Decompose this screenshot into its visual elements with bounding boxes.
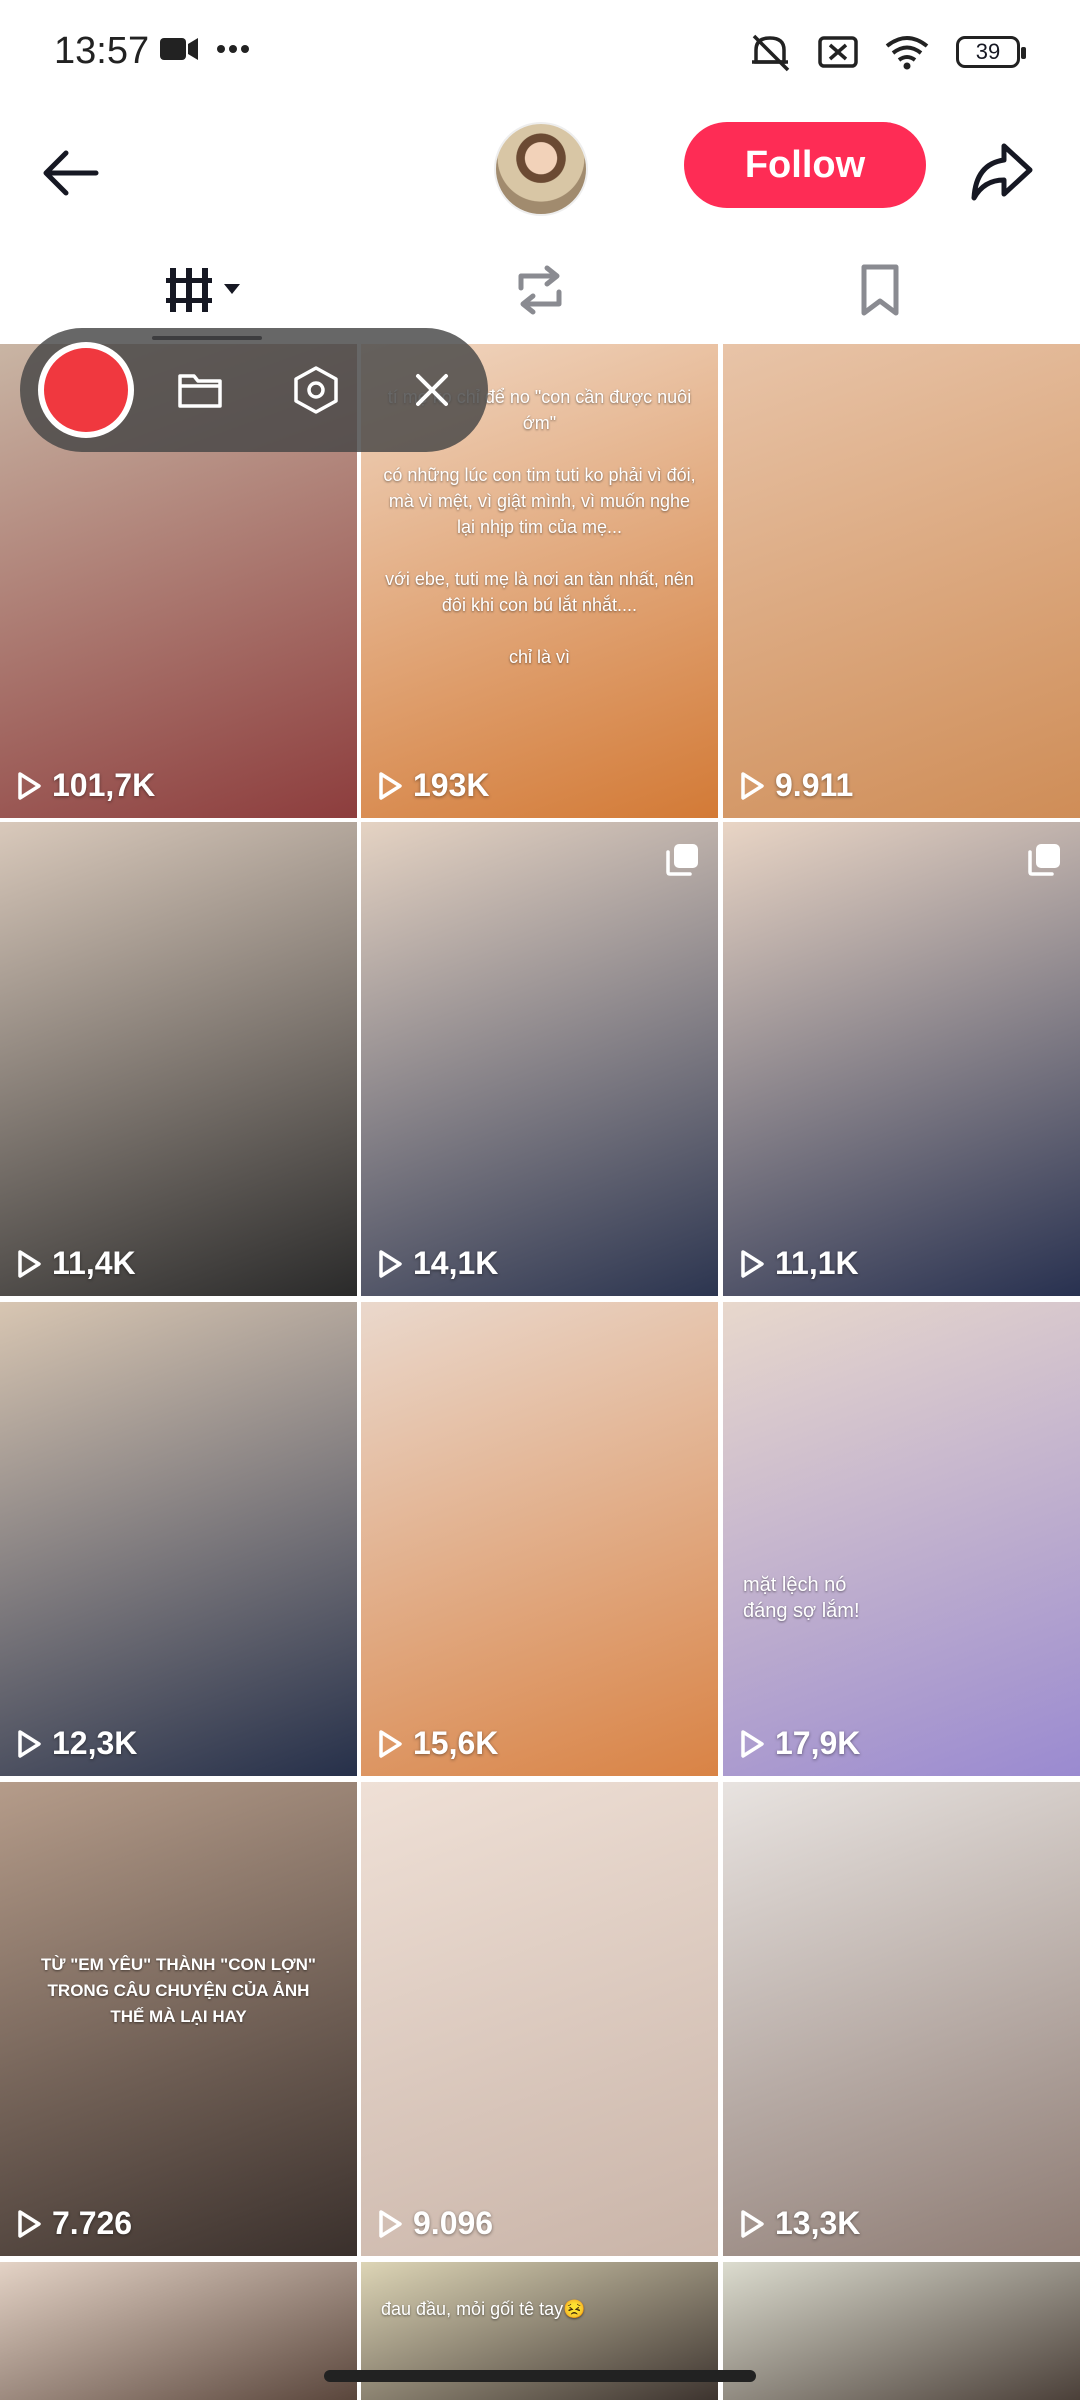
video-thumbnail[interactable]: 14,1K <box>361 822 718 1296</box>
play-icon <box>379 2209 402 2238</box>
video-thumbnail[interactable]: 15,6K <box>361 1302 718 1776</box>
screen-recorder-bar <box>20 328 488 452</box>
settings-button[interactable] <box>286 360 346 420</box>
share-icon[interactable] <box>966 136 1038 208</box>
view-count-label: 9.911 <box>775 767 854 803</box>
play-icon <box>18 2209 41 2238</box>
view-count: 9.096 <box>377 2205 493 2242</box>
view-count: 11,4K <box>16 1245 136 1282</box>
play-icon <box>379 1729 402 1758</box>
bookmark-icon <box>861 264 899 316</box>
view-count-label: 14,1K <box>413 1245 499 1281</box>
video-thumbnail[interactable]: 9.096 <box>361 1782 718 2256</box>
view-count: 12,3K <box>16 1725 137 1762</box>
video-caption-overlay: đau đầu, mỏi gối tê tay😣 <box>381 2299 586 2319</box>
home-indicator[interactable] <box>324 2370 756 2382</box>
profile-header: Follow <box>0 110 1080 230</box>
view-count: 14,1K <box>377 1245 498 1282</box>
view-count: 11,1K <box>739 1245 859 1282</box>
view-count-label: 13,3K <box>775 2205 861 2241</box>
video-caption-overlay: mặt lệch nó đáng sợ lắm! <box>743 1574 860 1622</box>
view-count: 17,9K <box>739 1725 860 1762</box>
tab-videos[interactable] <box>28 240 388 340</box>
tab-saved[interactable] <box>700 240 1060 340</box>
video-caption-overlay: TỪ "EM YÊU" THÀNH "CON LỢN" TRONG CÂU CH… <box>41 1955 316 2026</box>
play-icon <box>741 771 764 800</box>
avatar[interactable] <box>494 122 588 216</box>
status-time: 13:57 <box>54 30 150 72</box>
tab-reposts[interactable] <box>360 240 720 340</box>
view-count-label: 17,9K <box>775 1725 861 1761</box>
play-icon <box>741 1729 764 1758</box>
play-icon <box>379 771 402 800</box>
view-count-label: 7.726 <box>52 2205 133 2241</box>
view-count-label: 193K <box>413 767 490 803</box>
multi-photo-icon <box>666 844 698 876</box>
view-count: 101,7K <box>16 767 155 804</box>
status-right-icons: 39 <box>748 32 1026 72</box>
close-icon <box>416 374 448 406</box>
view-count: 13,3K <box>739 2205 860 2242</box>
view-count: 7.726 <box>16 2205 132 2242</box>
video-camera-icon <box>160 38 198 60</box>
wifi-icon <box>885 36 929 70</box>
view-count-label: 15,6K <box>413 1725 499 1761</box>
play-icon <box>741 2209 764 2238</box>
view-count: 15,6K <box>377 1725 498 1762</box>
videos-grid-icon <box>166 268 240 312</box>
multi-photo-icon <box>1028 844 1060 876</box>
video-thumbnail[interactable]: 13,3K <box>723 1782 1080 2256</box>
video-thumbnail[interactable]: TỪ "EM YÊU" THÀNH "CON LỢN" TRONG CÂU CH… <box>0 1782 357 2256</box>
battery-icon: 39 <box>956 36 1026 68</box>
more-dots-icon <box>217 45 249 53</box>
play-icon <box>741 1249 764 1278</box>
video-thumbnail[interactable] <box>723 2262 1080 2400</box>
view-count-label: 11,4K <box>52 1245 136 1281</box>
video-thumbnail[interactable]: 9.911 <box>723 344 1080 818</box>
play-icon <box>18 1729 41 1758</box>
follow-button[interactable]: Follow <box>684 122 926 208</box>
repost-icon <box>518 265 562 315</box>
play-icon <box>18 771 41 800</box>
play-icon <box>379 1249 402 1278</box>
view-count-label: 12,3K <box>52 1725 138 1761</box>
settings-hexagon-icon <box>294 366 338 414</box>
video-thumbnail[interactable] <box>0 2262 357 2400</box>
video-thumbnail[interactable]: 11,4K <box>0 822 357 1296</box>
no-sim-icon <box>818 36 858 68</box>
view-count: 9.911 <box>739 767 853 804</box>
view-count: 193K <box>377 767 490 804</box>
battery-level: 39 <box>975 39 1001 64</box>
status-bar: 13:57 39 <box>0 0 1080 110</box>
video-thumbnail[interactable]: mặt lệch nó đáng sợ lắm! 17,9K <box>723 1302 1080 1776</box>
record-button[interactable] <box>38 342 134 438</box>
play-icon <box>18 1249 41 1278</box>
video-thumbnail[interactable]: 12,3K <box>0 1302 357 1776</box>
status-left-icons <box>160 36 250 62</box>
view-count-label: 11,1K <box>775 1245 859 1281</box>
view-count-label: 9.096 <box>413 2205 494 2241</box>
mute-icon <box>752 34 790 72</box>
profile-tabs <box>0 240 1080 340</box>
view-count-label: 101,7K <box>52 767 156 803</box>
video-thumbnail[interactable]: 11,1K <box>723 822 1080 1296</box>
close-recorder-button[interactable] <box>402 360 462 420</box>
folder-button[interactable] <box>170 360 230 420</box>
video-grid: 101,7Ktí mẹ ko chỉ để no "con cần được n… <box>0 344 1080 2400</box>
back-arrow-icon[interactable] <box>36 138 106 208</box>
folder-icon <box>178 374 222 408</box>
